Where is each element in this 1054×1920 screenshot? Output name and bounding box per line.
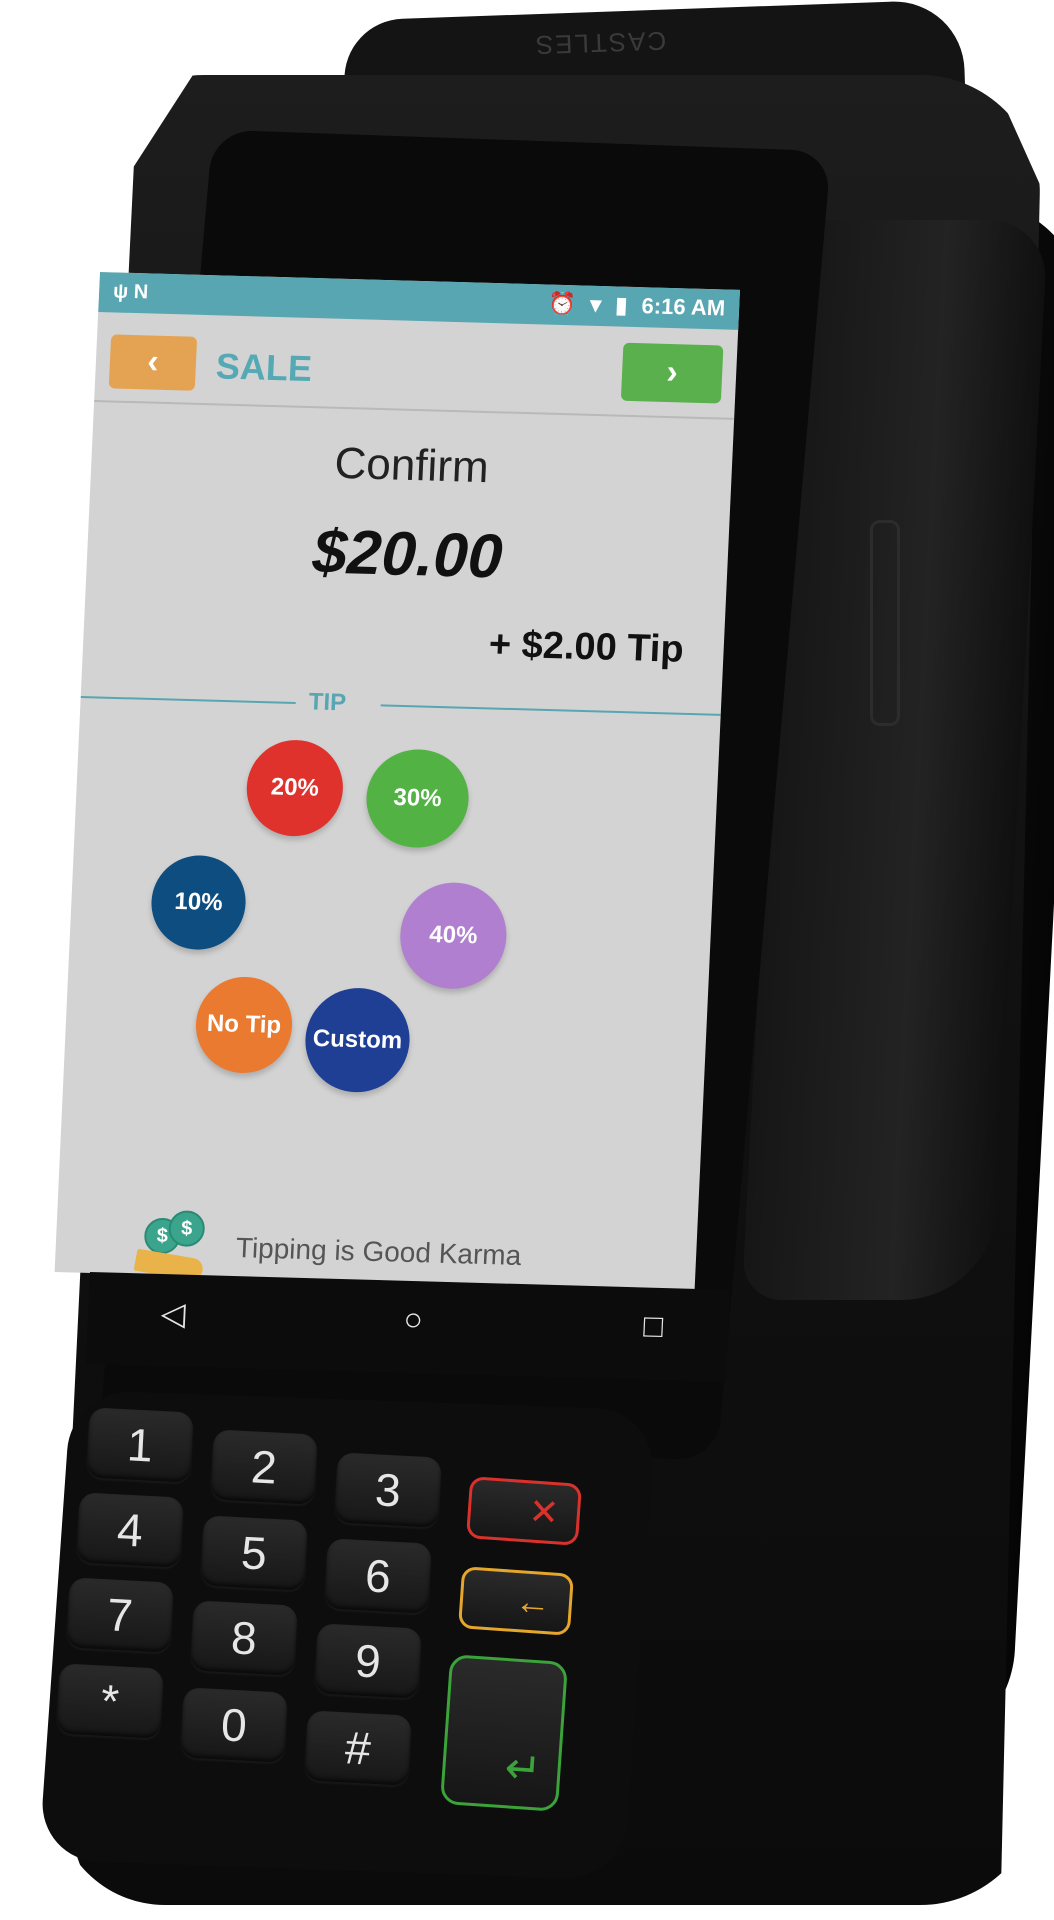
tip-40-button[interactable]: 40% bbox=[397, 881, 509, 991]
key-3[interactable]: 3 bbox=[334, 1452, 442, 1528]
tip-20-label: 20% bbox=[270, 773, 320, 802]
no-tip-button[interactable]: No Tip bbox=[193, 975, 295, 1075]
alarm-icon: ⏰ bbox=[548, 290, 577, 317]
nav-recents-icon[interactable]: □ bbox=[627, 1307, 679, 1345]
tip-30-label: 30% bbox=[392, 783, 443, 813]
app-screen: ψ N ⏰ ▾ ▮ 6:16 AM ‹ SALE › Confirm $20.0… bbox=[54, 272, 740, 1290]
tip-section-label: TIP bbox=[308, 688, 347, 717]
divider-line-right bbox=[380, 704, 721, 716]
nav-back-icon[interactable]: ◁ bbox=[147, 1294, 199, 1333]
back-button[interactable]: ‹ bbox=[108, 334, 198, 391]
tip-amount: + $2.00 Tip bbox=[487, 623, 685, 671]
confirm-heading: Confirm bbox=[333, 438, 490, 493]
key-6[interactable]: 6 bbox=[324, 1538, 432, 1614]
key-7[interactable]: 7 bbox=[66, 1577, 174, 1653]
karma-text: Tipping is Good Karma bbox=[235, 1232, 522, 1271]
custom-tip-button[interactable]: Custom bbox=[303, 986, 412, 1094]
cancel-icon: ✕ bbox=[527, 1490, 561, 1534]
key-1[interactable]: 1 bbox=[86, 1407, 194, 1483]
tip-20-button[interactable]: 20% bbox=[244, 738, 346, 838]
status-right: ⏰ ▾ ▮ 6:16 AM bbox=[540, 290, 726, 321]
custom-tip-label: Custom bbox=[312, 1024, 403, 1055]
enter-icon: ↵ bbox=[503, 1743, 544, 1795]
header: ‹ SALE › bbox=[94, 312, 739, 420]
next-button[interactable]: › bbox=[620, 342, 724, 404]
coin-icon: $ bbox=[167, 1210, 206, 1248]
enter-key[interactable]: ↵ bbox=[439, 1654, 569, 1812]
status-time: 6:16 AM bbox=[641, 293, 726, 321]
key-4[interactable]: 4 bbox=[76, 1492, 184, 1568]
pos-terminal-photo: CASTLES ψ N ⏰ ▾ ▮ 6:16 AM ‹ SALE › Confi… bbox=[0, 0, 1054, 1920]
android-nav-bar: ◁ ○ □ bbox=[85, 1272, 730, 1382]
nav-home-icon[interactable]: ○ bbox=[387, 1300, 439, 1338]
wifi-icon: ▾ bbox=[589, 291, 602, 318]
page-title: SALE bbox=[214, 345, 313, 390]
key-8[interactable]: 8 bbox=[190, 1600, 298, 1676]
key-hash[interactable]: # bbox=[304, 1710, 412, 1786]
battery-icon: ▮ bbox=[614, 292, 629, 318]
usb-notification-icon: ψ N bbox=[112, 280, 149, 304]
tip-10-button[interactable]: 10% bbox=[149, 854, 248, 951]
key-9[interactable]: 9 bbox=[314, 1623, 422, 1699]
sale-amount: $20.00 bbox=[311, 517, 504, 592]
cancel-key[interactable]: ✕ bbox=[465, 1476, 583, 1546]
tip-40-label: 40% bbox=[428, 921, 478, 950]
no-tip-label: No Tip bbox=[206, 1009, 282, 1040]
card-swipe-icon bbox=[870, 520, 900, 726]
key-star[interactable]: * bbox=[56, 1663, 164, 1739]
key-0[interactable]: 0 bbox=[180, 1687, 288, 1763]
divider-line-left bbox=[80, 696, 296, 705]
key-2[interactable]: 2 bbox=[210, 1429, 318, 1505]
backspace-icon: ← bbox=[513, 1579, 553, 1624]
tip-section-divider: TIP bbox=[80, 682, 721, 730]
key-5[interactable]: 5 bbox=[200, 1515, 308, 1591]
tip-10-label: 10% bbox=[173, 887, 224, 917]
clear-key[interactable]: ← bbox=[457, 1566, 575, 1636]
tip-30-button[interactable]: 30% bbox=[364, 748, 471, 849]
